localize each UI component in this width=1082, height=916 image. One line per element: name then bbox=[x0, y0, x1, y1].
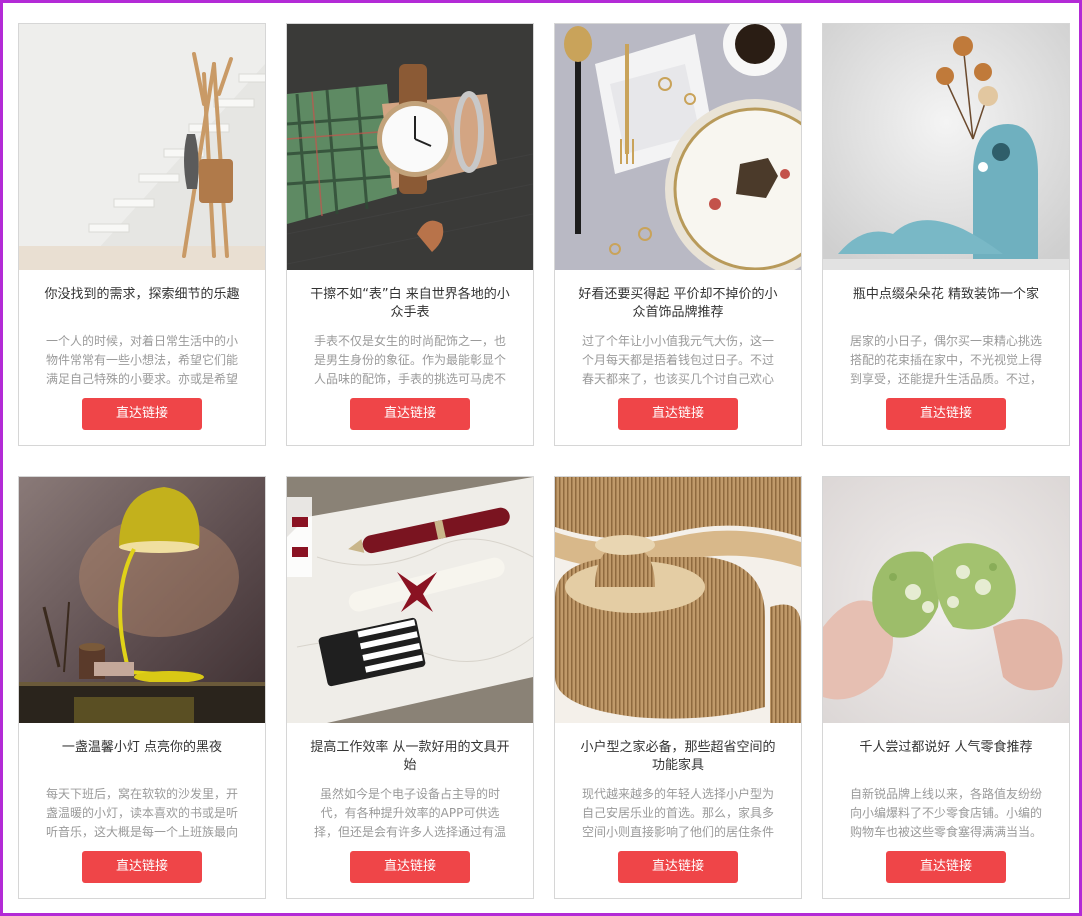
article-card: 提高工作效率 从一款好用的文具开始 虽然如今是个电子设备占主导的时代，有各种提升… bbox=[286, 476, 534, 899]
card-image-wristwatch[interactable] bbox=[287, 24, 533, 270]
card-image-jewelry-tableware[interactable] bbox=[555, 24, 801, 270]
card-description: 一个人的时候，对着日常生活中的小物件常常有一些小想法，希望它们能满足自己特殊的小… bbox=[45, 334, 238, 386]
card-image-green-snack[interactable] bbox=[823, 477, 1069, 723]
direct-link-button[interactable]: 直达链接 bbox=[350, 398, 470, 430]
card-description: 现代越来越多的年轻人选择小户型为自己安居乐业的首选。那么，家具多空间小则直接影响… bbox=[581, 787, 774, 839]
card-description: 虽然如今是个电子设备占主导的时代，有各种提升效率的APP可供选择，但还是会有许多… bbox=[313, 787, 506, 839]
card-image-flower-vase[interactable] bbox=[823, 24, 1069, 270]
card-title[interactable]: 好看还要买得起 平价却不掉价的小众首饰品牌推荐 bbox=[577, 286, 779, 324]
direct-link-button[interactable]: 直达链接 bbox=[82, 398, 202, 430]
card-title[interactable]: 小户型之家必备，那些超省空间的功能家具 bbox=[577, 739, 779, 777]
page-frame: 你没找到的需求，探索细节的乐趣 一个人的时候，对着日常生活中的小物件常常有一些小… bbox=[0, 0, 1082, 916]
card-description: 手表不仅是女生的时尚配饰之一，也是男生身份的象征。作为最能彰显个人品味的配饰，手… bbox=[313, 334, 506, 386]
article-card: 千人尝过都说好 人气零食推荐 自新锐品牌上线以来，各路值友纷纷向小编爆料了不少零… bbox=[822, 476, 1070, 899]
article-grid: 你没找到的需求，探索细节的乐趣 一个人的时候，对着日常生活中的小物件常常有一些小… bbox=[18, 23, 1070, 899]
direct-link-button[interactable]: 直达链接 bbox=[618, 398, 738, 430]
direct-link-button[interactable]: 直达链接 bbox=[350, 851, 470, 883]
direct-link-button[interactable]: 直达链接 bbox=[82, 851, 202, 883]
article-card: 一盏温馨小灯 点亮你的黑夜 每天下班后，窝在软软的沙发里，开盏温暖的小灯，读本喜… bbox=[18, 476, 266, 899]
article-card: 瓶中点缀朵朵花 精致装饰一个家 居家的小日子，偶尔买一束精心挑选搭配的花束插在家… bbox=[822, 23, 1070, 446]
card-description: 过了个年让小小值我元气大伤，这一个月每天都是捂着钱包过日子。不过春天都来了，也该… bbox=[581, 334, 774, 386]
direct-link-button[interactable]: 直达链接 bbox=[886, 398, 1006, 430]
card-image-fountain-pen[interactable] bbox=[287, 477, 533, 723]
card-image-desk-lamp[interactable] bbox=[19, 477, 265, 723]
card-title[interactable]: 你没找到的需求，探索细节的乐趣 bbox=[41, 286, 243, 324]
card-description: 每天下班后，窝在软软的沙发里，开盏温暖的小灯，读本喜欢的书或是听听音乐，这大概是… bbox=[45, 787, 238, 839]
card-title[interactable]: 提高工作效率 从一款好用的文具开始 bbox=[309, 739, 511, 777]
direct-link-button[interactable]: 直达链接 bbox=[886, 851, 1006, 883]
card-image-paper-furniture[interactable] bbox=[555, 477, 801, 723]
card-title[interactable]: 千人尝过都说好 人气零食推荐 bbox=[845, 739, 1047, 777]
article-card: 小户型之家必备，那些超省空间的功能家具 现代越来越多的年轻人选择小户型为自己安居… bbox=[554, 476, 802, 899]
article-card: 你没找到的需求，探索细节的乐趣 一个人的时候，对着日常生活中的小物件常常有一些小… bbox=[18, 23, 266, 446]
card-title[interactable]: 一盏温馨小灯 点亮你的黑夜 bbox=[41, 739, 243, 777]
card-title[interactable]: 干擦不如“表”白 来自世界各地的小众手表 bbox=[309, 286, 511, 324]
card-description: 居家的小日子，偶尔买一束精心挑选搭配的花束插在家中，不光视觉上得到享受，还能提升… bbox=[849, 334, 1042, 386]
article-card: 干擦不如“表”白 来自世界各地的小众手表 手表不仅是女生的时尚配饰之一，也是男生… bbox=[286, 23, 534, 446]
card-description: 自新锐品牌上线以来，各路值友纷纷向小编爆料了不少零食店铺。小编的购物车也被这些零… bbox=[849, 787, 1042, 839]
direct-link-button[interactable]: 直达链接 bbox=[618, 851, 738, 883]
card-image-coat-rack[interactable] bbox=[19, 24, 265, 270]
article-card: 好看还要买得起 平价却不掉价的小众首饰品牌推荐 过了个年让小小值我元气大伤，这一… bbox=[554, 23, 802, 446]
card-title[interactable]: 瓶中点缀朵朵花 精致装饰一个家 bbox=[845, 286, 1047, 324]
